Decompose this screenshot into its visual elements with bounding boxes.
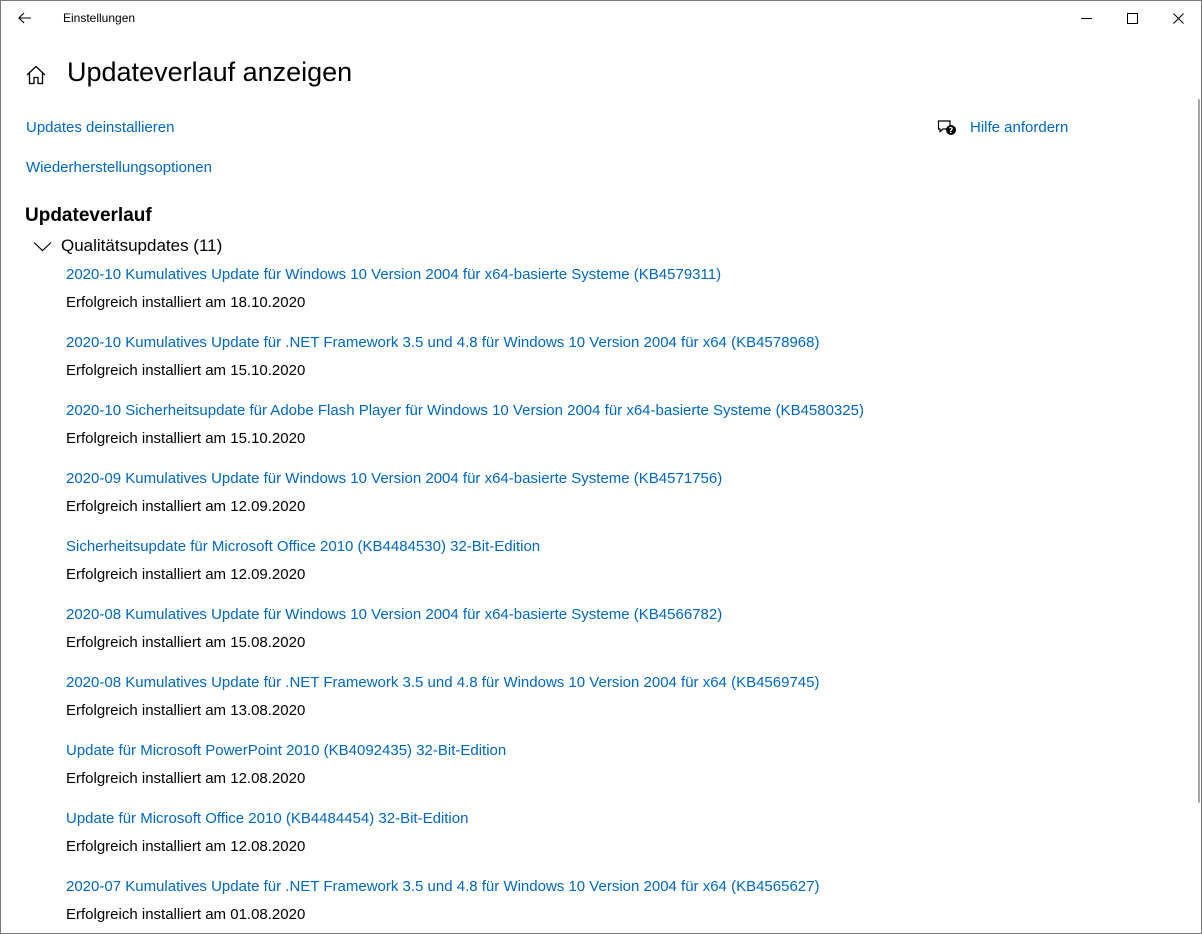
update-status: Erfolgreich installiert am 01.08.2020 <box>66 906 306 923</box>
update-status: Erfolgreich installiert am 12.08.2020 <box>66 770 306 787</box>
list-item: Update für Microsoft Office 2010 (KB4484… <box>66 808 1166 876</box>
maximize-button[interactable] <box>1109 1 1155 35</box>
update-list: 2020-10 Kumulatives Update für Windows 1… <box>66 264 1166 933</box>
list-item: 2020-08 Kumulatives Update für Windows 1… <box>66 604 1166 672</box>
update-status: Erfolgreich installiert am 13.08.2020 <box>66 702 306 719</box>
close-button[interactable] <box>1155 1 1201 35</box>
update-status: Erfolgreich installiert am 12.08.2020 <box>66 838 306 855</box>
update-title-link[interactable]: Update für Microsoft PowerPoint 2010 (KB… <box>66 742 506 759</box>
list-item: 2020-10 Kumulatives Update für .NET Fram… <box>66 332 1166 400</box>
recovery-options-link[interactable]: Wiederherstellungsoptionen <box>26 159 212 176</box>
svg-text:?: ? <box>949 126 954 135</box>
update-history-heading: Updateverlauf <box>25 205 152 226</box>
update-title-link[interactable]: 2020-08 Kumulatives Update für .NET Fram… <box>66 674 819 691</box>
home-icon[interactable] <box>25 64 47 86</box>
app-title: Einstellungen <box>63 11 136 25</box>
title-bar: Einstellungen <box>1 1 1201 35</box>
update-status: Erfolgreich installiert am 15.08.2020 <box>66 634 306 651</box>
back-arrow-icon <box>18 12 31 24</box>
update-title-link[interactable]: 2020-10 Sicherheitsupdate für Adobe Flas… <box>66 402 864 419</box>
list-item: 2020-10 Kumulatives Update für Windows 1… <box>66 264 1166 332</box>
list-item: 2020-10 Sicherheitsupdate für Adobe Flas… <box>66 400 1166 468</box>
page-title: Updateverlauf anzeigen <box>67 57 353 87</box>
list-item: 2020-08 Kumulatives Update für .NET Fram… <box>66 672 1166 740</box>
list-item: 2020-09 Kumulatives Update für Windows 1… <box>66 468 1166 536</box>
list-item: Sicherheitsupdate für Microsoft Office 2… <box>66 536 1166 604</box>
update-status: Erfolgreich installiert am 12.09.2020 <box>66 566 306 583</box>
quality-updates-group-label: Qualitätsupdates (11) <box>61 236 223 255</box>
update-status: Erfolgreich installiert am 12.09.2020 <box>66 498 306 515</box>
update-title-link[interactable]: 2020-10 Kumulatives Update für Windows 1… <box>66 266 721 283</box>
maximize-icon <box>1126 12 1138 24</box>
settings-window: Einstellungen Updateverlauf anzeigen Upd… <box>0 0 1202 934</box>
close-icon <box>1172 12 1184 24</box>
update-status: Erfolgreich installiert am 15.10.2020 <box>66 430 306 447</box>
minimize-icon <box>1080 17 1092 19</box>
back-button[interactable] <box>9 3 41 33</box>
uninstall-updates-link[interactable]: Updates deinstallieren <box>26 119 174 136</box>
update-title-link[interactable]: 2020-07 Kumulatives Update für .NET Fram… <box>66 878 819 895</box>
scrollbar-thumb[interactable] <box>1198 99 1200 803</box>
update-title-link[interactable]: 2020-08 Kumulatives Update für Windows 1… <box>66 606 722 623</box>
update-title-link[interactable]: Update für Microsoft Office 2010 (KB4484… <box>66 810 468 827</box>
scrollbar[interactable] <box>1197 35 1201 933</box>
list-item: Update für Microsoft PowerPoint 2010 (KB… <box>66 740 1166 808</box>
update-status: Erfolgreich installiert am 15.10.2020 <box>66 362 306 379</box>
chevron-down-icon <box>33 241 52 251</box>
list-item: 2020-07 Kumulatives Update für .NET Fram… <box>66 876 1166 933</box>
update-title-link[interactable]: 2020-10 Kumulatives Update für .NET Fram… <box>66 334 819 351</box>
quality-updates-group-toggle[interactable]: Qualitätsupdates (11) <box>33 234 222 258</box>
help-chat-icon[interactable]: ? <box>937 118 957 138</box>
update-title-link[interactable]: Sicherheitsupdate für Microsoft Office 2… <box>66 538 540 555</box>
minimize-button[interactable] <box>1063 1 1109 35</box>
update-title-link[interactable]: 2020-09 Kumulatives Update für Windows 1… <box>66 470 722 487</box>
get-help-link[interactable]: Hilfe anfordern <box>970 119 1068 136</box>
update-status: Erfolgreich installiert am 18.10.2020 <box>66 294 306 311</box>
